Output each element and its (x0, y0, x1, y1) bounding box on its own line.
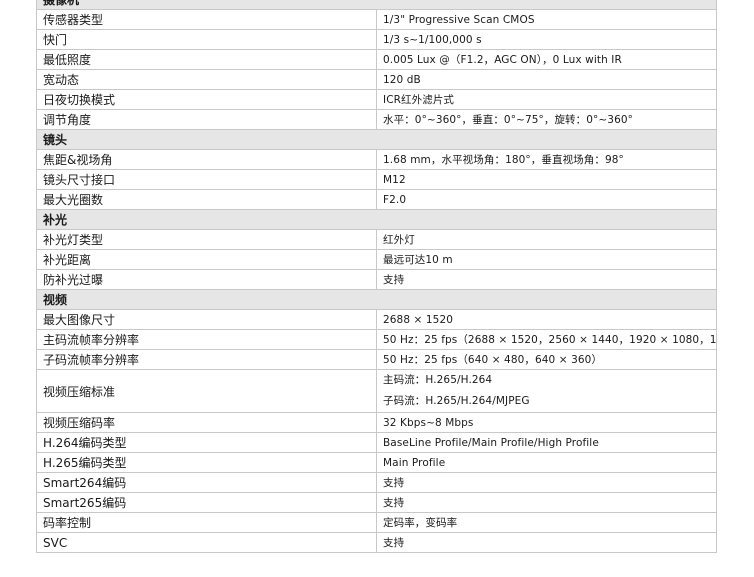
row-value: 红外灯 (376, 229, 717, 250)
row-value: BaseLine Profile/Main Profile/High Profi… (376, 432, 717, 453)
table-row: 视频压缩标准 主码流：H.265/H.264 子码流：H.265/H.264/M… (36, 369, 717, 413)
row-label: 宽动态 (36, 69, 377, 90)
row-value: F2.0 (376, 189, 717, 210)
table-row: SVC 支持 (36, 532, 717, 553)
row-value: 0.005 Lux @（F1.2，AGC ON），0 Lux with IR (376, 49, 717, 70)
row-label: 防补光过曝 (36, 269, 377, 290)
row-label: 快门 (36, 29, 377, 50)
row-value: 1/3 s~1/100,000 s (376, 29, 717, 50)
row-label: 视频压缩码率 (36, 412, 377, 433)
row-value: M12 (376, 169, 717, 190)
row-value: 2688 × 1520 (376, 309, 717, 330)
row-label: 码率控制 (36, 512, 377, 533)
table-row: 主码流帧率分辨率 50 Hz：25 fps（2688 × 1520，2560 ×… (36, 329, 717, 350)
row-value: 1/3" Progressive Scan CMOS (376, 9, 717, 30)
row-label: 镜头尺寸接口 (36, 169, 377, 190)
row-value: 32 Kbps~8 Mbps (376, 412, 717, 433)
table-row: 宽动态 120 dB (36, 69, 717, 90)
table-row: H.265编码类型 Main Profile (36, 452, 717, 473)
table-row: 子码流帧率分辨率 50 Hz：25 fps（640 × 480，640 × 36… (36, 349, 717, 370)
table-row: Smart265编码 支持 (36, 492, 717, 513)
section-header-row: 摄像机 (36, 0, 717, 10)
table-row: 防补光过曝 支持 (36, 269, 717, 290)
row-value: 支持 (376, 492, 717, 513)
row-label: 视频压缩标准 (36, 369, 377, 413)
row-label: 主码流帧率分辨率 (36, 329, 377, 350)
row-label: Smart265编码 (36, 492, 377, 513)
table-row: Smart264编码 支持 (36, 472, 717, 493)
section-header-row: 补光 (36, 209, 717, 230)
table-row: 码率控制 定码率，变码率 (36, 512, 717, 533)
row-label: 最大图像尺寸 (36, 309, 377, 330)
row-label: 最低照度 (36, 49, 377, 70)
row-value-line: 主码流：H.265/H.264 (383, 374, 493, 386)
row-label: Smart264编码 (36, 472, 377, 493)
row-value: 1.68 mm，水平视场角：180°，垂直视场角：98° (376, 149, 717, 170)
row-label: H.264编码类型 (36, 432, 377, 453)
table-row: 快门 1/3 s~1/100,000 s (36, 29, 717, 50)
row-label: 调节角度 (36, 109, 377, 130)
row-value: 水平：0°~360°，垂直：0°~75°，旋转：0°~360° (376, 109, 717, 130)
table-row: 焦距&视场角 1.68 mm，水平视场角：180°，垂直视场角：98° (36, 149, 717, 170)
row-label: 焦距&视场角 (36, 149, 377, 170)
row-value: 定码率，变码率 (376, 512, 717, 533)
table-row: 调节角度 水平：0°~360°，垂直：0°~75°，旋转：0°~360° (36, 109, 717, 130)
row-value: 120 dB (376, 69, 717, 90)
row-value: 支持 (376, 472, 717, 493)
spec-table: 摄像机 传感器类型 1/3" Progressive Scan CMOS 快门 … (36, 0, 717, 553)
table-row: 最大光圈数 F2.0 (36, 189, 717, 210)
row-label: SVC (36, 532, 377, 553)
table-row: 镜头尺寸接口 M12 (36, 169, 717, 190)
table-row: 最大图像尺寸 2688 × 1520 (36, 309, 717, 330)
row-value: Main Profile (376, 452, 717, 473)
table-row: 补光灯类型 红外灯 (36, 229, 717, 250)
row-value-multiline: 主码流：H.265/H.264 子码流：H.265/H.264/MJPEG (376, 369, 717, 413)
table-row: 视频压缩码率 32 Kbps~8 Mbps (36, 412, 717, 433)
section-video-title: 视频 (36, 289, 717, 310)
row-value: 最远可达10 m (376, 249, 717, 270)
row-value: ICR红外滤片式 (376, 89, 717, 110)
section-header-row: 镜头 (36, 129, 717, 150)
row-value: 支持 (376, 269, 717, 290)
section-illumination-title: 补光 (36, 209, 717, 230)
table-row: 日夜切换模式 ICR红外滤片式 (36, 89, 717, 110)
table-row: 补光距离 最远可达10 m (36, 249, 717, 270)
row-label: 最大光圈数 (36, 189, 377, 210)
row-value: 支持 (376, 532, 717, 553)
table-row: H.264编码类型 BaseLine Profile/Main Profile/… (36, 432, 717, 453)
row-label: 传感器类型 (36, 9, 377, 30)
section-lens-title: 镜头 (36, 129, 717, 150)
section-camera-title: 摄像机 (36, 0, 717, 10)
row-label: H.265编码类型 (36, 452, 377, 473)
row-label: 子码流帧率分辨率 (36, 349, 377, 370)
table-row: 传感器类型 1/3" Progressive Scan CMOS (36, 9, 717, 30)
row-label: 日夜切换模式 (36, 89, 377, 110)
section-header-row: 视频 (36, 289, 717, 310)
row-value: 50 Hz：25 fps（2688 × 1520，2560 × 1440，192… (376, 329, 717, 350)
row-value: 50 Hz：25 fps（640 × 480，640 × 360） (376, 349, 717, 370)
row-label: 补光距离 (36, 249, 377, 270)
row-value-line: 子码流：H.265/H.264/MJPEG (383, 395, 530, 407)
row-label: 补光灯类型 (36, 229, 377, 250)
table-row: 最低照度 0.005 Lux @（F1.2，AGC ON），0 Lux with… (36, 49, 717, 70)
